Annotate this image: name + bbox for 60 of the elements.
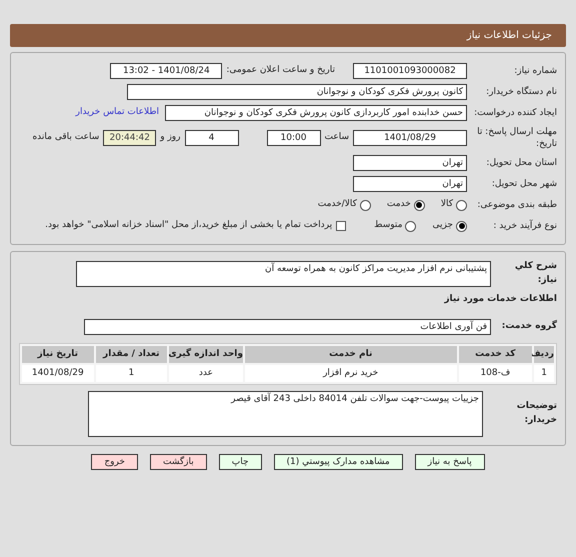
option-label: متوسط <box>374 219 402 232</box>
column-header: واحد اندازه گیری <box>169 346 243 362</box>
column-header: نام خدمت <box>245 346 457 362</box>
checkbox[interactable] <box>336 221 346 231</box>
table-cell: ف-108 <box>458 364 532 382</box>
section-heading: اطلاعات خدمات مورد نیاز <box>444 293 557 306</box>
field-label: مهلت ارسال پاسخ: تا تاریخ: <box>476 126 557 150</box>
field-label: نام دستگاه خریدار: <box>485 86 557 98</box>
field-label: توضیحات خریدار: <box>516 400 557 426</box>
deadline-date-field[interactable]: 1401/08/29 <box>353 130 467 146</box>
contact-link[interactable]: اطلاعات تماس خریدار <box>76 106 159 120</box>
description-field[interactable]: پشتیبانی نرم افزار مدیریت مراکز کانون به همراه توسعه آن <box>76 260 491 286</box>
field-label: ساعت <box>324 131 349 144</box>
action-button[interactable]: خروج <box>91 454 138 470</box>
option-label: جزیی <box>432 219 453 232</box>
service-group-field[interactable]: فن آوری اطلاعات <box>84 318 491 334</box>
days-field[interactable]: 4 <box>184 130 238 146</box>
action-button[interactable]: چاپ <box>218 454 262 470</box>
deadline-time-field[interactable]: 10:00 <box>266 130 320 146</box>
radio-button[interactable] <box>414 200 425 210</box>
field-label: تاریخ و ساعت اعلان عمومی: <box>226 64 335 78</box>
field-label: شماره نیاز: <box>513 65 557 77</box>
table-cell: 1 <box>534 364 554 382</box>
option-label: کالا/خدمت <box>318 198 357 212</box>
radio-button[interactable] <box>405 220 416 232</box>
action-button[interactable]: پاسخ به نیاز <box>414 454 485 470</box>
table-cell: 1401/08/29 <box>22 364 94 382</box>
creator-field[interactable]: حسن خدابنده امور کاربردازی کانون پرورش فکری کودکان و نوجوانان <box>165 105 467 121</box>
field-label: شهر محل تحویل: <box>490 178 557 190</box>
field-label: روز و <box>160 131 180 144</box>
announce-date-field[interactable]: 1401/08/24 - 13:02 <box>110 63 222 79</box>
action-button[interactable]: مشاهده مدارک پیوستي (1) <box>274 454 403 470</box>
table-cell: 1 <box>96 364 168 382</box>
notes-field[interactable]: جزییات پیوست-جهت سوالات تلفن 84014 داخلی 243 آقای قیصر <box>88 390 483 436</box>
radio-button[interactable] <box>456 220 467 232</box>
option-label: کالا <box>440 198 453 212</box>
table-cell: عدد <box>169 364 243 382</box>
column-header: ردیف <box>534 346 554 362</box>
city-field[interactable]: تهران <box>353 176 467 192</box>
action-button[interactable]: بازگشت <box>150 454 207 470</box>
field-label: شرح کلي نياز: <box>514 260 557 286</box>
checkbox-label: پرداخت تمام یا بخشی از مبلغ خرید،از محل "اسناد خزانه اسلامی" خواهد بود. <box>45 219 332 232</box>
column-header: تاریخ نیاز <box>22 346 94 362</box>
table-cell: خرید نرم افزار <box>244 364 457 382</box>
field-label: نوع فرآیند خرید : <box>492 220 557 232</box>
remaining-time-field[interactable]: 20:44:42 <box>103 130 156 146</box>
province-field[interactable]: تهران <box>353 155 467 171</box>
buyer-field[interactable]: کانون پرورش فکری کودکان و نوجوانان <box>127 84 467 100</box>
field-label: ساعت باقی مانده <box>32 131 100 144</box>
need-number-field[interactable]: 1101001093000082 <box>353 63 467 79</box>
column-header: تعداد / مقدار <box>96 346 167 362</box>
radio-button[interactable] <box>456 200 467 210</box>
page-title: جزئیات اطلاعات نیاز <box>466 29 552 43</box>
field-label: استان محل تحویل: <box>485 157 557 169</box>
field-label: طبقه بندی موضوعی: <box>476 199 557 211</box>
column-header: کد خدمت <box>458 346 532 362</box>
radio-button[interactable] <box>360 200 371 210</box>
field-label: ایجاد کننده درخواست: <box>473 107 557 119</box>
option-label: خدمت <box>386 198 411 212</box>
field-label: گروه خدمت: <box>500 320 557 333</box>
